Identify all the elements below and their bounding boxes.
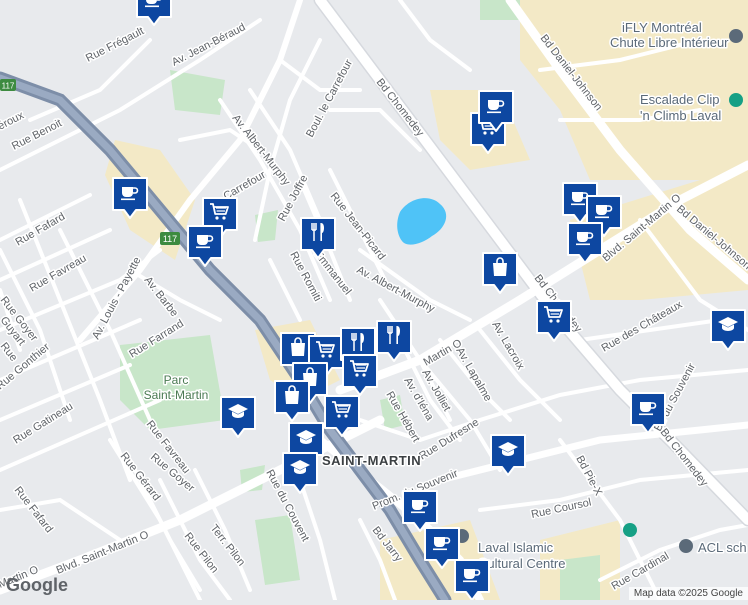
label-parc-line1: Parc (164, 373, 189, 387)
map-attribution[interactable]: Map data ©2025 Google (629, 587, 748, 600)
label-escalade-line2: 'n Climb Laval (640, 108, 721, 123)
islamic-centre-pin-icon (623, 523, 637, 537)
map-svg[interactable]: 117 117 Rue Frégault Av. Jean-Béraud Rue… (0, 0, 748, 600)
label-parc-line2: Saint-Martin (144, 388, 209, 402)
label-laval-islamic-line2: Cultural Centre (478, 556, 565, 571)
label-saint-martin: SAINT-MARTIN (322, 453, 421, 468)
svg-text:117: 117 (163, 234, 177, 244)
google-logo: Google (6, 575, 68, 596)
escalade-pin-icon (729, 93, 743, 107)
label-ifly-line2: Chute Libre Intérieur (610, 35, 729, 50)
label-escalade-line1: Escalade Clip (640, 92, 720, 107)
hwy-117-shield-b: 117 (160, 232, 180, 245)
map-canvas[interactable]: 117 117 Rue Frégault Av. Jean-Béraud Rue… (0, 0, 748, 600)
school-pin-icon (679, 539, 693, 553)
svg-text:117: 117 (2, 82, 15, 91)
ifly-pin-icon (729, 29, 743, 43)
label-ifly-line1: iFLY Montréal (622, 20, 702, 35)
hwy-117-shield-a: 117 (0, 79, 16, 91)
label-laval-islamic-line1: Laval Islamic (478, 540, 554, 555)
label-acl: ACL sch (698, 540, 747, 555)
